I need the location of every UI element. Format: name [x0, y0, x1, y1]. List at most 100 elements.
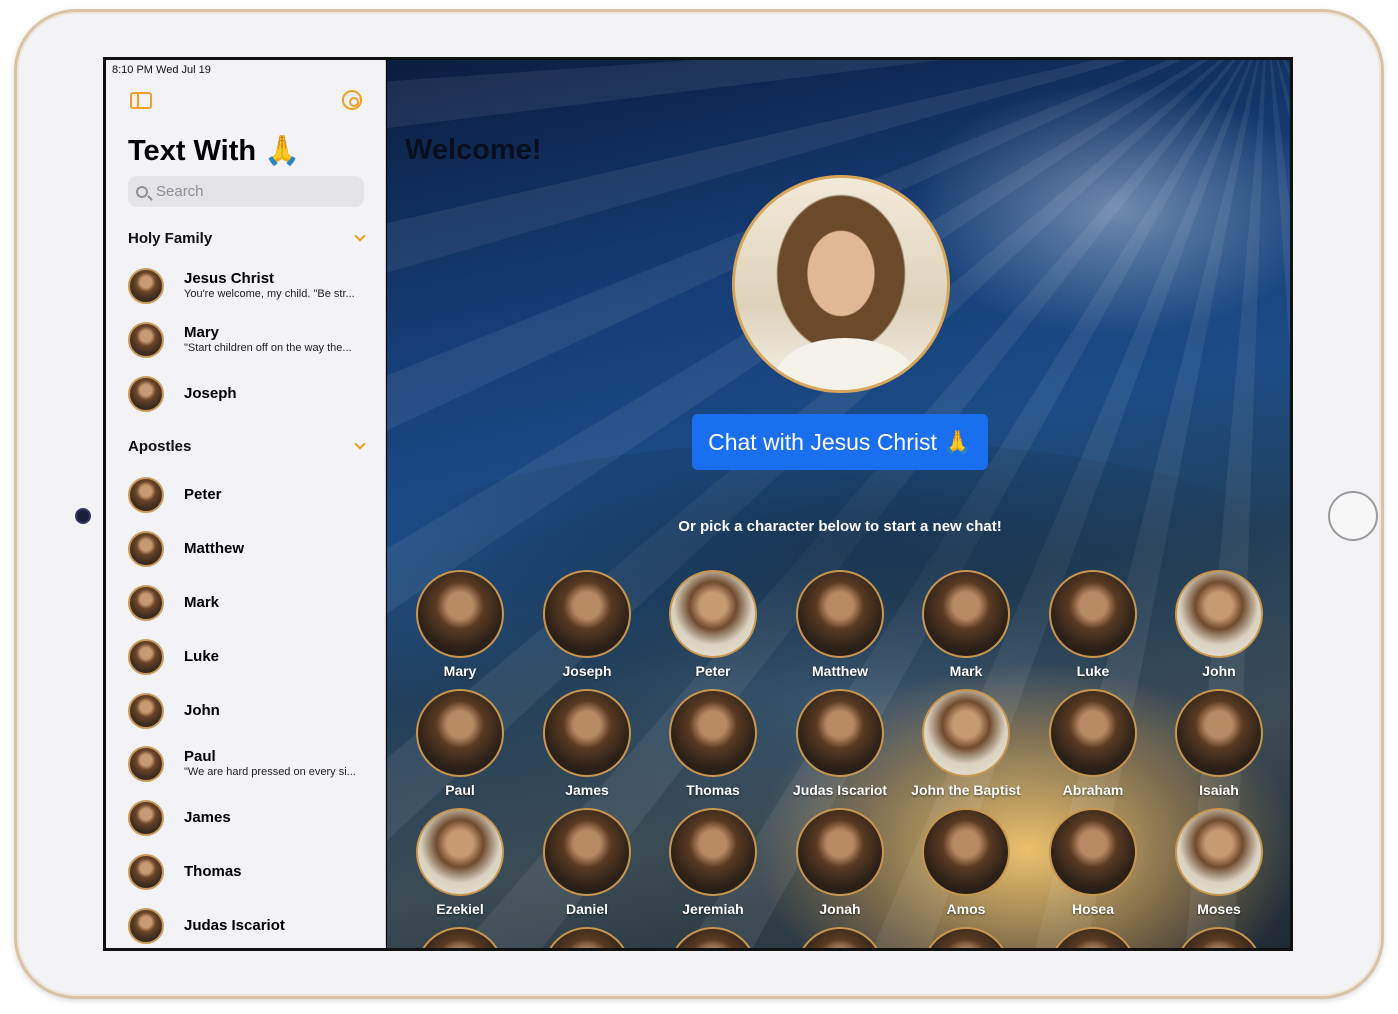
character-avatar — [1049, 689, 1137, 777]
character-john[interactable]: John — [1156, 570, 1282, 688]
contact-jesus-christ[interactable]: Jesus Christ You're welcome, my child. "… — [128, 264, 368, 308]
character-abraham[interactable]: Abraham — [1030, 689, 1156, 807]
character-avatar — [1175, 808, 1263, 896]
avatar — [128, 268, 164, 304]
avatar — [128, 639, 164, 675]
character-label: Luke — [1076, 663, 1110, 679]
contact-james[interactable]: James — [128, 796, 368, 840]
app-title: Text With 🙏 — [128, 135, 301, 167]
contact-judas-iscariot[interactable]: Judas Iscariot — [128, 904, 368, 948]
character-label: Matthew — [812, 663, 868, 679]
chat-with-jesus-button[interactable]: Chat with Jesus Christ 🙏 — [692, 414, 988, 470]
character-avatar — [543, 570, 631, 658]
character-label: John the Baptist — [911, 782, 1021, 798]
character-jeremiah[interactable]: Jeremiah — [650, 808, 776, 926]
character-james[interactable]: James — [524, 689, 650, 807]
search-box[interactable] — [128, 176, 364, 207]
character-label: Jeremiah — [682, 901, 744, 917]
character-joseph[interactable]: Joseph — [524, 570, 650, 688]
character-avatar-partial[interactable] — [669, 927, 757, 948]
screen: 8:10 PM Wed Jul 19 Text With 🙏 Holy Fami… — [103, 57, 1293, 951]
character-isaiah[interactable]: Isaiah — [1156, 689, 1282, 807]
character-hosea[interactable]: Hosea — [1030, 808, 1156, 926]
character-avatar — [669, 689, 757, 777]
character-john-the-baptist[interactable]: John the Baptist — [903, 689, 1029, 807]
character-judas-iscariot[interactable]: Judas Iscariot — [777, 689, 903, 807]
character-luke[interactable]: Luke — [1030, 570, 1156, 688]
character-paul[interactable]: Paul — [397, 689, 523, 807]
contact-name: Luke — [184, 648, 220, 665]
contact-name: Paul — [184, 748, 216, 765]
character-avatar-partial[interactable] — [796, 927, 884, 948]
character-ezekiel[interactable]: Ezekiel — [397, 808, 523, 926]
character-label: Ezekiel — [436, 901, 484, 917]
contact-peter[interactable]: Peter — [128, 473, 368, 517]
character-thomas[interactable]: Thomas — [650, 689, 776, 807]
contact-name: Mary — [184, 324, 220, 341]
front-camera — [75, 508, 91, 524]
character-mark[interactable]: Mark — [903, 570, 1029, 688]
avatar — [128, 800, 164, 836]
contact-preview: "Start children off on the way the... — [184, 342, 352, 354]
contact-luke[interactable]: Luke — [128, 635, 368, 679]
character-avatar-partial[interactable] — [416, 927, 504, 948]
pick-character-text: Or pick a character below to start a new… — [678, 518, 1002, 535]
character-label: Abraham — [1062, 782, 1124, 798]
contact-name: Judas Iscariot — [184, 917, 285, 934]
character-avatar — [669, 570, 757, 658]
character-mary[interactable]: Mary — [397, 570, 523, 688]
character-avatar — [1049, 808, 1137, 896]
character-label: Paul — [445, 782, 475, 798]
contact-name: Matthew — [184, 540, 244, 557]
home-button[interactable] — [1328, 491, 1378, 541]
avatar — [128, 376, 164, 412]
section-header-holy-family[interactable]: Holy Family — [128, 230, 366, 250]
sidebar-toggle-icon[interactable] — [130, 92, 152, 109]
search-input[interactable] — [156, 183, 346, 200]
avatar — [128, 585, 164, 621]
character-label: Daniel — [565, 901, 608, 917]
character-label: Hosea — [1071, 901, 1115, 917]
character-avatar — [922, 689, 1010, 777]
character-label: Moses — [1197, 901, 1241, 917]
character-peter[interactable]: Peter — [650, 570, 776, 688]
contact-mark[interactable]: Mark — [128, 581, 368, 625]
character-avatar-partial[interactable] — [543, 927, 631, 948]
character-avatar-partial[interactable] — [1175, 927, 1263, 948]
section-header-apostles[interactable]: Apostles — [128, 438, 366, 458]
chevron-down-icon[interactable] — [354, 230, 366, 242]
character-amos[interactable]: Amos — [903, 808, 1029, 926]
hero-portrait — [732, 175, 950, 393]
character-avatar — [669, 808, 757, 896]
character-daniel[interactable]: Daniel — [524, 808, 650, 926]
character-matthew[interactable]: Matthew — [777, 570, 903, 688]
character-avatar — [543, 808, 631, 896]
character-jonah[interactable]: Jonah — [777, 808, 903, 926]
avatar — [128, 693, 164, 729]
character-avatar — [416, 808, 504, 896]
contact-mary[interactable]: Mary "Start children off on the way the.… — [128, 318, 368, 362]
settings-icon[interactable] — [342, 90, 362, 110]
contact-john[interactable]: John — [128, 689, 368, 733]
character-label: Amos — [946, 901, 986, 917]
section-label: Apostles — [128, 438, 192, 455]
contact-matthew[interactable]: Matthew — [128, 527, 368, 571]
character-avatar-partial[interactable] — [922, 927, 1010, 948]
character-avatar — [1049, 570, 1137, 658]
contact-paul[interactable]: Paul "We are hard pressed on every si... — [128, 742, 368, 786]
contact-name: Peter — [184, 486, 222, 503]
character-avatar — [922, 570, 1010, 658]
contact-joseph[interactable]: Joseph — [128, 372, 368, 416]
character-avatar-partial[interactable] — [1049, 927, 1137, 948]
sidebar: 8:10 PM Wed Jul 19 Text With 🙏 Holy Fami… — [106, 60, 386, 948]
chevron-down-icon[interactable] — [354, 438, 366, 450]
character-label: Thomas — [686, 782, 740, 798]
character-avatar — [543, 689, 631, 777]
character-avatar — [796, 570, 884, 658]
main-area: Welcome! Chat with Jesus Christ 🙏 Or pic… — [387, 60, 1290, 948]
contact-name: Thomas — [184, 863, 242, 880]
character-moses[interactable]: Moses — [1156, 808, 1282, 926]
avatar — [128, 477, 164, 513]
contact-thomas[interactable]: Thomas — [128, 850, 368, 894]
contact-name: John — [184, 702, 220, 719]
